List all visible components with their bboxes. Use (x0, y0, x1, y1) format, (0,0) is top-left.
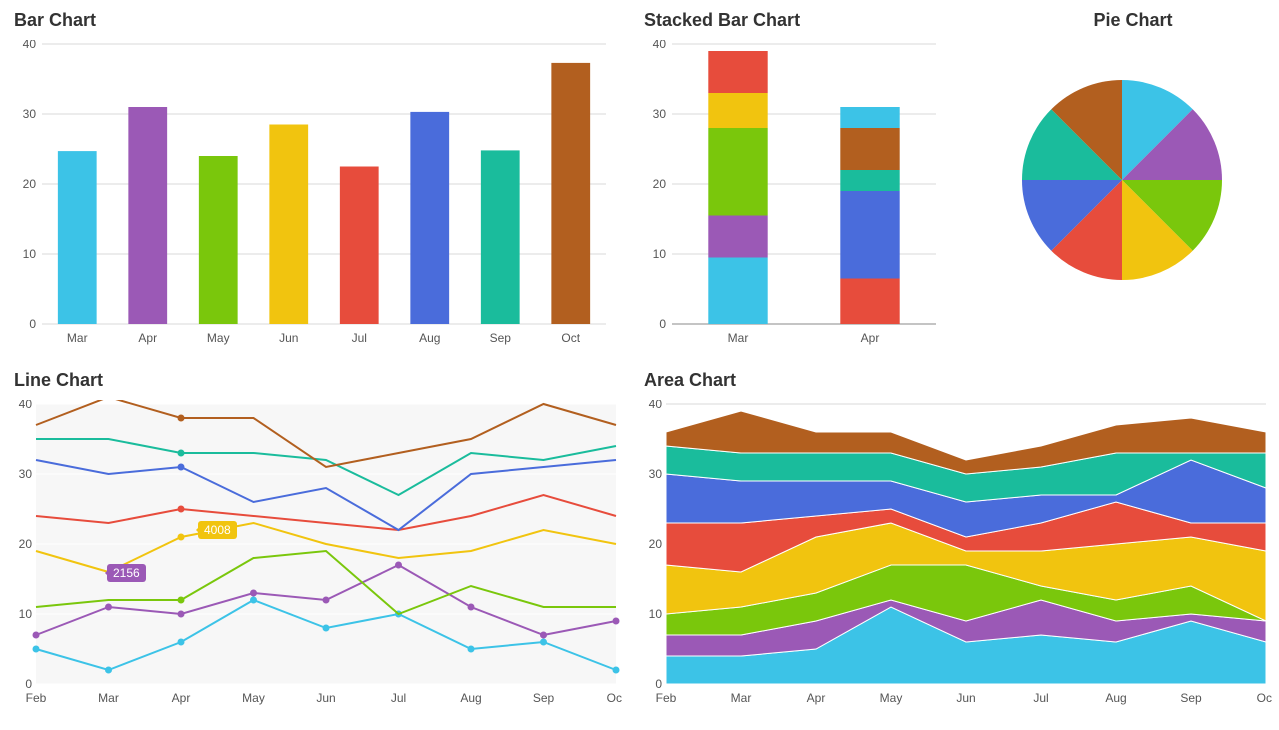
svg-text:Sep: Sep (533, 691, 555, 705)
svg-text:0: 0 (659, 317, 666, 331)
line-chart: 0 10 20 30 40 Feb Mar Apr May Jun Jul Aug Sep Oct (12, 400, 622, 710)
stacked-bar-chart: 0 10 20 30 40 Mar Apr (642, 40, 942, 350)
stacked-bar-chart-title: Stacked Bar Chart (644, 10, 962, 34)
svg-text:10: 10 (23, 247, 37, 261)
area-chart-panel: Area Chart 0 10 20 30 40 Feb Mar Apr May Jun Jul Au… (642, 370, 1279, 720)
svg-text:Mar: Mar (728, 331, 749, 345)
svg-text:20: 20 (19, 537, 33, 551)
svg-text:Mar: Mar (67, 331, 88, 345)
svg-text:May: May (207, 331, 230, 345)
svg-text:20: 20 (653, 177, 667, 191)
bar-chart-panel: Bar Chart 0 10 20 30 40 Mar Apr May Jun Jul Aug Sep… (12, 10, 632, 360)
pie-chart-panel: Pie Chart (972, 10, 1279, 360)
bar-chart-title: Bar Chart (14, 10, 632, 34)
svg-text:40: 40 (23, 40, 37, 51)
svg-text:Jul: Jul (1033, 691, 1048, 705)
svg-text:Jun: Jun (316, 691, 335, 705)
svg-text:Jul: Jul (391, 691, 406, 705)
svg-text:30: 30 (649, 467, 663, 481)
svg-text:Apr: Apr (861, 331, 880, 345)
svg-text:May: May (242, 691, 265, 705)
svg-text:40: 40 (653, 40, 667, 51)
svg-text:10: 10 (19, 607, 33, 621)
svg-text:Feb: Feb (26, 691, 47, 705)
svg-text:Apr: Apr (807, 691, 826, 705)
svg-text:Feb: Feb (656, 691, 677, 705)
svg-text:30: 30 (653, 107, 667, 121)
svg-text:Mar: Mar (731, 691, 752, 705)
svg-text:Oct: Oct (561, 331, 580, 345)
bar-chart: 0 10 20 30 40 Mar Apr May Jun Jul Aug Sep Oct (12, 40, 612, 350)
svg-text:Apr: Apr (172, 691, 191, 705)
pie-chart (972, 40, 1272, 320)
svg-text:Oct: Oct (1257, 691, 1272, 705)
svg-text:May: May (880, 691, 903, 705)
svg-text:Mar: Mar (98, 691, 119, 705)
svg-text:20: 20 (649, 537, 663, 551)
svg-text:Sep: Sep (1180, 691, 1202, 705)
svg-text:0: 0 (29, 317, 36, 331)
svg-text:10: 10 (653, 247, 667, 261)
line-chart-tooltip-yellow: 4008 (198, 521, 237, 539)
line-chart-title: Line Chart (14, 370, 632, 394)
svg-text:0: 0 (25, 677, 32, 691)
svg-text:Oct: Oct (607, 691, 622, 705)
svg-text:30: 30 (23, 107, 37, 121)
area-chart: 0 10 20 30 40 Feb Mar Apr May Jun Jul Aug Sep Oct (642, 400, 1272, 710)
svg-text:Jun: Jun (279, 331, 298, 345)
pie-chart-title: Pie Chart (974, 10, 1279, 34)
line-chart-tooltip-purple: 2156 (107, 564, 146, 582)
svg-text:40: 40 (649, 400, 663, 411)
svg-text:20: 20 (23, 177, 37, 191)
line-chart-panel: Line Chart 0 10 20 30 40 Feb Mar Apr May Jun Jul Au… (12, 370, 632, 720)
svg-text:Aug: Aug (1105, 691, 1126, 705)
svg-text:Aug: Aug (419, 331, 440, 345)
stacked-bar-chart-panel: Stacked Bar Chart 0 10 20 30 40 Mar Apr (642, 10, 962, 360)
svg-text:Sep: Sep (490, 331, 512, 345)
svg-text:10: 10 (649, 607, 663, 621)
svg-text:Jul: Jul (352, 331, 367, 345)
svg-text:Jun: Jun (956, 691, 975, 705)
svg-text:30: 30 (19, 467, 33, 481)
svg-text:0: 0 (655, 677, 662, 691)
svg-text:Apr: Apr (138, 331, 157, 345)
svg-text:40: 40 (19, 400, 33, 411)
area-chart-title: Area Chart (644, 370, 1279, 394)
svg-text:Aug: Aug (460, 691, 481, 705)
